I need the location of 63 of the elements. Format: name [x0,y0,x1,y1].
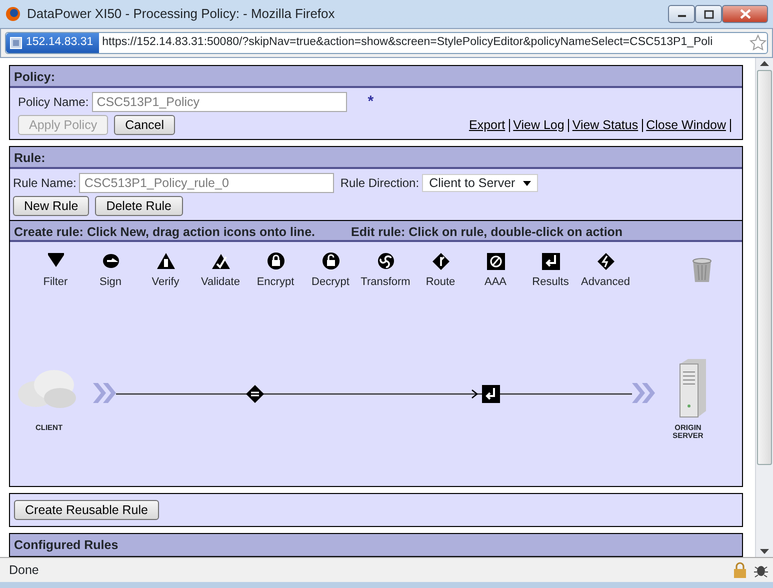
scroll-thumb[interactable] [757,70,772,465]
diamond-bolt-icon [596,252,616,271]
swirl-icon [376,252,396,271]
delete-rule-button[interactable]: Delete Rule [95,196,183,216]
chevron-icon [93,383,116,403]
create-reusable-rule-button[interactable]: Create Reusable Rule [14,500,159,520]
section-header: Configured Rules [10,534,742,556]
check-triangle-icon [210,252,230,271]
action-tool[interactable]: Decrypt [303,252,358,290]
site-identity-icon [10,37,22,49]
action-tool[interactable]: Encrypt [248,252,303,290]
trash-can-icon[interactable] [691,257,713,283]
unlock-icon [320,252,340,271]
field-label: Rule Direction: [340,175,420,192]
maximize-icon [704,10,714,18]
match-diamond-icon[interactable] [246,385,264,403]
link[interactable]: Export [468,118,510,132]
address-field[interactable]: 152.14.83.31 https://152.14.83.31:50080/?skipNav=true&action=show&screen=StylePolicyEditor&policyNameSelect=CSC513P1_Poli [5,32,768,54]
close-icon [740,9,750,19]
diamond-split-icon [430,252,450,271]
rule-direction-select[interactable]: Client to Server [422,174,538,192]
section-header: Create rule: Click New, drag action icons onto line. [14,224,315,238]
action-tool[interactable]: Verify [138,252,193,290]
minimize-button[interactable] [668,5,695,23]
browser-logo-icon [5,6,21,22]
lock-icon [266,252,286,271]
action-tool[interactable]: Results [523,252,578,290]
action-tool[interactable]: Validate [193,252,248,290]
link[interactable]: View Log [513,118,570,132]
cloud-icon [16,368,78,410]
scroll-up-icon[interactable] [760,60,769,66]
action-tool[interactable]: Route [413,252,468,290]
new-rule-button[interactable]: New Rule [13,196,90,216]
scrollbar[interactable] [755,58,773,557]
chevron-icon [632,383,655,403]
dropdown-caret-icon [523,180,532,186]
action-tool[interactable]: Advanced [578,252,633,290]
rule-line[interactable] [116,388,632,400]
cancel-button[interactable]: Cancel [114,115,176,135]
action-tool[interactable]: AAA [468,252,523,290]
url-text: https://152.14.83.31:50080/?skipNav=true&action=show&screen=StylePolicyEditor&policyNameSelect=CSC513P1_Poli [102,35,714,50]
action-tool[interactable]: Filter [28,252,83,290]
status-text: Done [9,562,39,579]
field-label: Policy Name: [18,94,89,111]
policy-name-field[interactable]: CSC513P1_Policy [92,92,347,112]
section-header: Rule: [10,147,742,169]
section-header: Edit rule: Click on rule, double-click on action [351,224,623,238]
required-mark: * [368,95,374,109]
link[interactable]: View Status [572,118,644,132]
link[interactable]: Close Window [646,118,731,132]
section-header: Policy: [10,66,742,88]
rule-name-field[interactable]: CSC513P1_Policy_rule_0 [79,173,334,193]
window-title: DataPower XI50 - Processing Policy: - Mozilla Firefox [27,5,336,24]
field-label: Rule Name: [13,175,76,192]
site-identity-label: 152.14.83.31 [26,35,94,50]
action-tool[interactable]: Sign [83,252,138,290]
action-tool[interactable]: Transform [358,252,413,290]
close-button[interactable] [722,5,768,23]
maximize-button[interactable] [695,5,722,23]
scroll-down-icon[interactable] [760,549,769,555]
padlock-icon[interactable] [733,562,747,578]
bookmark-star-icon[interactable] [749,34,767,52]
no-entry-square-icon [486,252,506,271]
